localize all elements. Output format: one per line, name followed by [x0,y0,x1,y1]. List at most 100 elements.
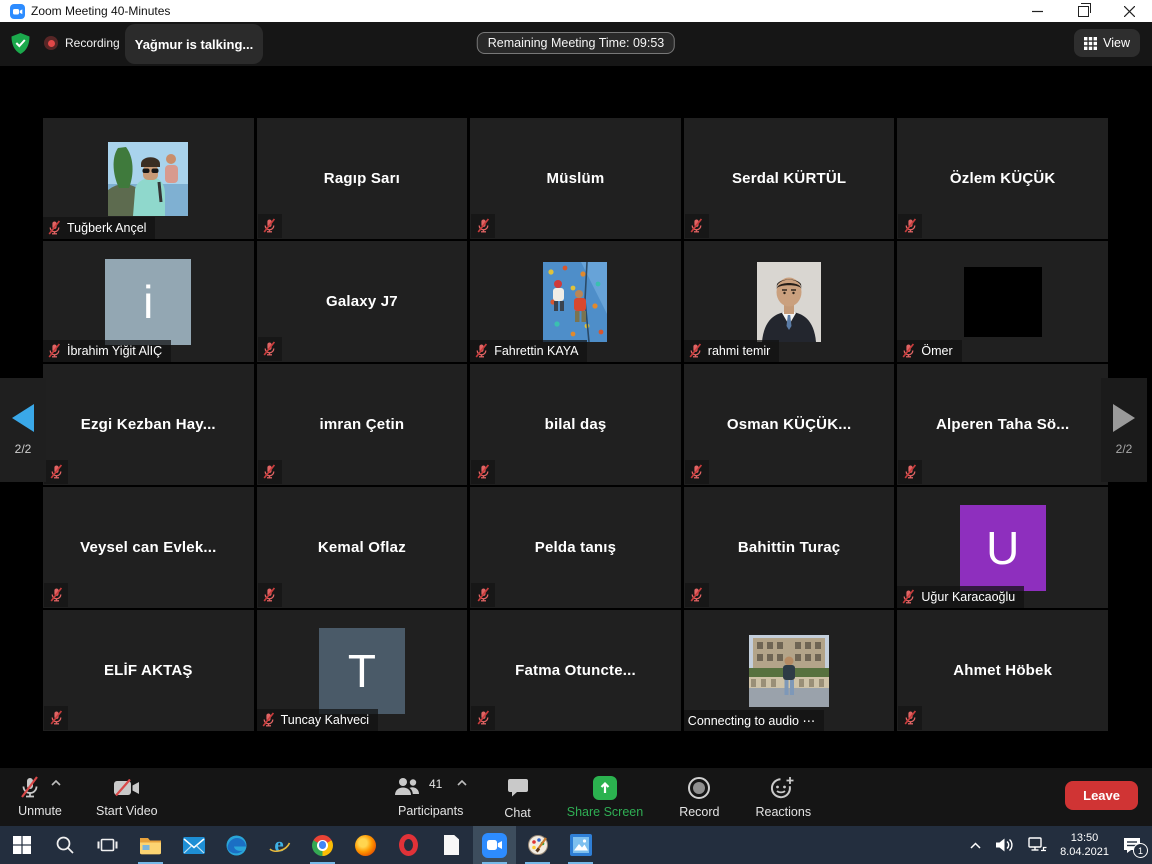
mic-muted-icon [471,706,495,730]
recording-label: Recording [65,36,120,50]
taskbar-clock[interactable]: 13:50 8.04.2021 [1060,831,1109,860]
taskbar-zoom-icon[interactable] [473,826,516,864]
participants-button[interactable]: 41 Participants [393,775,468,820]
participant-tile[interactable]: Kemal Oflaz [257,487,468,608]
zoom-app-icon [10,4,25,19]
participant-tile[interactable]: Özlem KÜÇÜK [897,118,1108,239]
taskbar-firefox-icon[interactable] [344,826,387,864]
next-page-button[interactable]: 2/2 [1101,378,1147,482]
mic-muted-icon [44,706,68,730]
mic-muted-icon [47,343,62,359]
participant-tile[interactable]: rahmi temir [684,241,895,362]
share-screen-button[interactable]: Share Screen [567,775,643,820]
share-screen-icon [593,776,617,800]
participant-name: Müslüm [539,170,613,187]
participant-tile[interactable]: Veysel can Evlek... [43,487,254,608]
camera-off-icon [113,779,141,797]
record-button[interactable]: Record [679,775,719,820]
participant-name: Veysel can Evlek... [72,539,224,556]
participant-name: Uğur Karacaoğlu [921,590,1015,604]
participant-tile[interactable]: UUğur Karacaoğlu [897,487,1108,608]
participant-tile[interactable]: Ömer [897,241,1108,362]
participant-name: Ömer [921,344,952,358]
mic-muted-icon [474,343,489,359]
participant-tile[interactable]: iİbrahim Yiğit AlIÇ [43,241,254,362]
recording-indicator: Recording [44,36,120,50]
participant-name: Alperen Taha Sö... [928,416,1077,433]
chevron-up-icon[interactable] [456,779,468,787]
reactions-button[interactable]: Reactions [756,775,812,820]
participant-tile[interactable]: Pelda tanış [470,487,681,608]
participant-tile[interactable]: Müslüm [470,118,681,239]
record-label: Record [679,805,719,819]
restore-button[interactable] [1060,0,1106,22]
tray-chevron-up-icon[interactable] [969,841,982,850]
participant-name: İbrahim Yiğit AlIÇ [67,344,162,358]
taskbar-edge-icon[interactable] [215,826,258,864]
participant-tile[interactable]: Galaxy J7 [257,241,468,362]
start-video-button[interactable]: Start Video [96,775,158,818]
participant-name-label: Uğur Karacaoğlu [897,586,1024,608]
chevron-up-icon[interactable] [50,779,62,787]
taskbar-search-icon[interactable] [43,826,86,864]
participant-tile[interactable]: Osman KÜÇÜK... [684,364,895,485]
participant-tile[interactable]: Ahmet Höbek [897,610,1108,731]
participant-tile[interactable]: bilal daş [470,364,681,485]
taskbar-photos-icon[interactable] [559,826,602,864]
windows-taskbar: e 13:50 8.04.2021 1 [0,826,1152,864]
chat-icon [507,777,529,799]
taskbar-notepad-icon[interactable] [430,826,473,864]
volume-icon[interactable] [995,837,1015,853]
participant-tile[interactable]: Fahrettin KAYA [470,241,681,362]
participant-name: bilal daş [537,416,615,433]
participant-tile[interactable]: Connecting to audio ⋯ [684,610,895,731]
participant-tile[interactable]: ELİF AKTAŞ [43,610,254,731]
chat-label: Chat [504,806,530,820]
participant-tile[interactable]: imran Çetin [257,364,468,485]
close-button[interactable] [1106,0,1152,22]
participant-name-label: Tuncay Kahveci [257,709,378,731]
mic-muted-icon [685,214,709,238]
taskbar-file-explorer-icon[interactable] [129,826,172,864]
participant-name: Ezgi Kezban Hay... [73,416,224,433]
participant-photo [543,262,607,342]
participant-tile[interactable]: Ragıp Sarı [257,118,468,239]
taskbar-internet-explorer-icon[interactable]: e [258,826,301,864]
participant-name: Kemal Oflaz [310,539,414,556]
participant-tile[interactable]: Fatma Otuncte... [470,610,681,731]
taskbar-mail-icon[interactable] [172,826,215,864]
participant-name: Fatma Otuncte... [507,662,644,679]
chat-button[interactable]: Chat [504,775,530,820]
page-indicator: 2/2 [1116,442,1133,456]
taskbar-start-icon[interactable] [0,826,43,864]
participant-tile[interactable]: Bahittin Turaç [684,487,895,608]
taskbar-chrome-icon[interactable] [301,826,344,864]
participant-tile[interactable]: Ezgi Kezban Hay... [43,364,254,485]
clock-date: 8.04.2021 [1060,845,1109,859]
mic-muted-icon [471,214,495,238]
view-button[interactable]: View [1074,29,1140,57]
mic-muted-icon [471,460,495,484]
participant-name: rahmi temir [708,344,771,358]
previous-page-button[interactable]: 2/2 [0,378,46,482]
participant-name-label: Ömer [897,340,961,362]
unmute-button[interactable]: Unmute [18,775,62,818]
security-shield-icon[interactable] [10,32,31,55]
minimize-button[interactable] [1014,0,1060,22]
participant-photo [108,142,188,216]
participant-name: Serdal KÜRTÜL [724,170,854,187]
mic-muted-icon [898,460,922,484]
network-icon[interactable] [1028,837,1047,853]
taskbar-task-view-icon[interactable] [86,826,129,864]
action-center-icon[interactable]: 1 [1122,836,1142,854]
participant-tile[interactable]: TTuncay Kahveci [257,610,468,731]
mic-muted-icon [261,712,276,728]
leave-button[interactable]: Leave [1065,781,1138,810]
taskbar-opera-icon[interactable] [387,826,430,864]
taskbar-paint-icon[interactable] [516,826,559,864]
zoom-meeting-window: Zoom Meeting 40-Minutes Recording Yağmur… [0,0,1152,864]
participant-name: Tuğberk Ançel [67,221,146,235]
participant-tile[interactable]: Tuğberk Ançel [43,118,254,239]
participant-tile[interactable]: Serdal KÜRTÜL [684,118,895,239]
participant-tile[interactable]: Alperen Taha Sö... [897,364,1108,485]
